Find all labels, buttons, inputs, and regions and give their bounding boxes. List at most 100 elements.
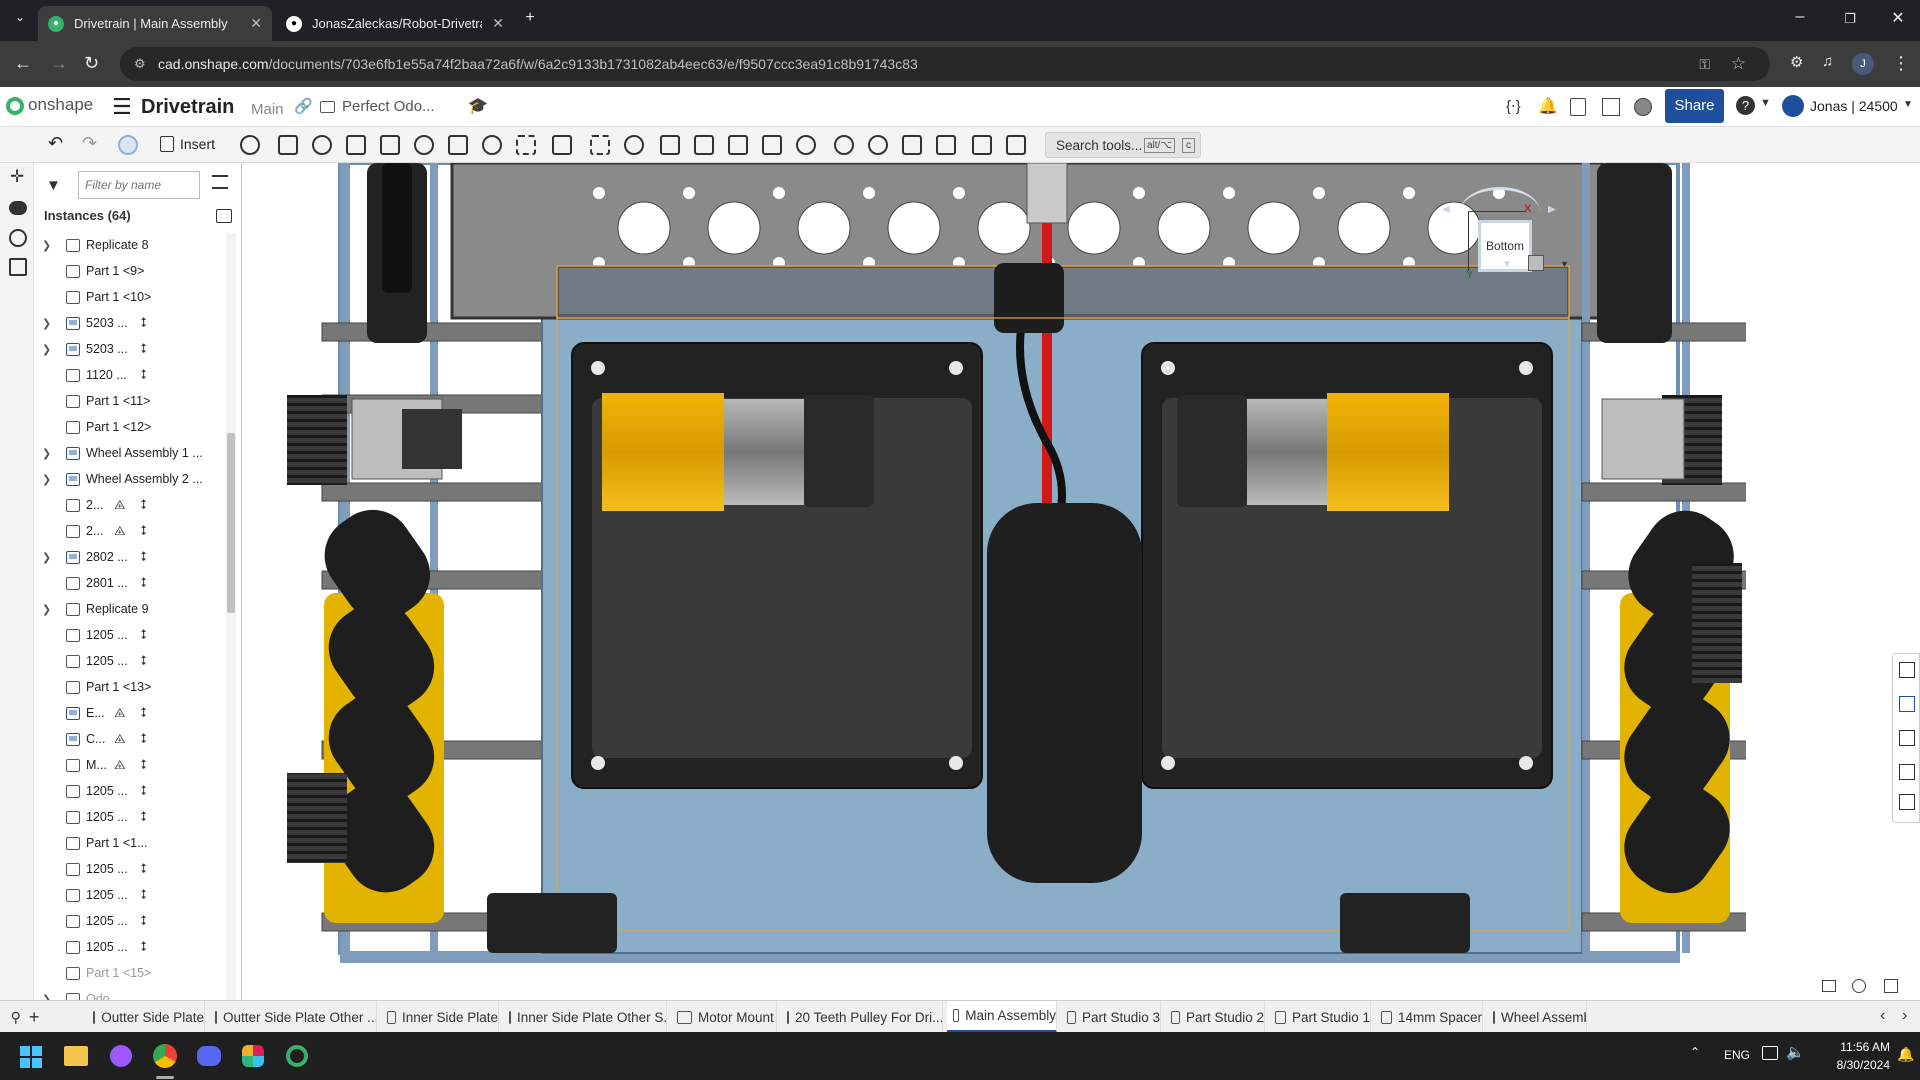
tab-part-studio-1[interactable]: Part Studio 1 xyxy=(1269,1001,1371,1033)
messenger-icon[interactable] xyxy=(110,1045,132,1067)
section-icon[interactable] xyxy=(1852,979,1866,993)
render-mode-icon[interactable] xyxy=(1822,980,1836,992)
instance-row[interactable]: 1205 ... ⭥ xyxy=(34,934,234,960)
instance-row[interactable]: Part 1 <10> xyxy=(34,284,234,310)
expand-chevron-icon[interactable]: ❯ xyxy=(42,551,51,564)
instance-row[interactable]: ❯ Wheel Assembly 2 ... xyxy=(34,466,234,492)
clock-date[interactable]: 8/30/2024 xyxy=(1818,1058,1890,1072)
tab-main-assembly[interactable]: Main Assembly xyxy=(947,1001,1057,1033)
drivetrain-model[interactable] xyxy=(242,163,1920,1008)
view-options-icon[interactable] xyxy=(1528,255,1544,271)
named-views-icon[interactable] xyxy=(1899,764,1915,780)
tab-motor-mount[interactable]: Motor Mount xyxy=(671,1001,777,1033)
instance-row[interactable]: 1205 ... ⭥ xyxy=(34,908,234,934)
browser-menu-icon[interactable]: ⋮ xyxy=(1892,53,1910,74)
tab-part-studio-2[interactable]: Part Studio 2 xyxy=(1165,1001,1265,1033)
user-name[interactable]: Jonas | 24500 xyxy=(1810,98,1898,114)
instance-row[interactable]: Part 1 <1... xyxy=(34,830,234,856)
site-info-icon[interactable]: ⚙ xyxy=(134,47,146,81)
list-options-icon[interactable] xyxy=(212,175,228,189)
filter-icon[interactable]: ▼ xyxy=(46,177,61,194)
branch-label[interactable]: Main xyxy=(251,101,284,118)
url-bar[interactable]: ⚙ cad.onshape.com/documents/703e6fb1e55a… xyxy=(120,47,1770,81)
regenerate-icon[interactable] xyxy=(118,135,138,155)
instance-row[interactable]: 1205 ... ⭥ xyxy=(34,622,234,648)
instance-row[interactable]: 1205 ... ⭥ xyxy=(34,856,234,882)
tab-search-icon[interactable]: ⚲ xyxy=(11,1009,21,1026)
planar-mate-icon[interactable] xyxy=(380,135,400,155)
search-tools-field[interactable]: Search tools... alt/⌥ c xyxy=(1045,132,1201,158)
redo-icon[interactable]: ↷ xyxy=(82,133,97,154)
browser-tab-github[interactable]: ● JonasZaleckas/Robot-Drivetrain ✕ xyxy=(276,6,514,41)
tab-inner-side-plate[interactable]: Inner Side Plate xyxy=(381,1001,499,1033)
tab-wheel-assembl[interactable]: Wheel Assembl xyxy=(1487,1001,1587,1033)
new-folder-icon[interactable] xyxy=(216,209,232,223)
instance-row[interactable]: ❯ Wheel Assembly 1 ... xyxy=(34,440,234,466)
insert-button[interactable]: Insert xyxy=(180,136,215,152)
scrollbar-thumb[interactable] xyxy=(227,433,235,613)
tabs-scroll-left-icon[interactable]: ‹ xyxy=(1880,1007,1885,1025)
document-title[interactable]: Drivetrain xyxy=(141,96,234,119)
instance-row[interactable]: Part 1 <9> xyxy=(34,258,234,284)
filter-input[interactable] xyxy=(78,171,200,199)
learning-center-icon[interactable]: 🎓 xyxy=(468,96,488,116)
rack-pinion-icon[interactable] xyxy=(834,135,854,155)
circular-pattern-icon[interactable] xyxy=(694,135,714,155)
mate-values-icon[interactable] xyxy=(1899,730,1915,746)
restore-icon[interactable]: ❐ xyxy=(1830,11,1870,27)
mate-connector-tool-icon[interactable] xyxy=(590,135,610,155)
bom-icon[interactable] xyxy=(9,258,27,276)
instance-row[interactable]: ❯ 5203 ... ⭥ xyxy=(34,336,234,362)
tray-chevron-icon[interactable]: ⌃ xyxy=(1690,1045,1700,1059)
hamburger-menu-icon[interactable]: ☰ xyxy=(112,94,132,120)
instance-row[interactable]: ❯ Replicate 8 xyxy=(34,232,234,258)
parallel-mate-icon[interactable] xyxy=(516,135,536,155)
view-options-dropdown-icon[interactable]: ▼ xyxy=(1560,259,1569,269)
view-right-arrow[interactable]: ▶ xyxy=(1548,204,1556,215)
tab-part-studio-3[interactable]: Part Studio 3 xyxy=(1061,1001,1161,1033)
linear-pattern-icon[interactable] xyxy=(240,135,260,155)
close-window-icon[interactable]: ✕ xyxy=(1878,8,1918,28)
linear-relation-icon[interactable] xyxy=(902,135,922,155)
instance-list-scrollbar[interactable] xyxy=(226,233,236,1003)
language-indicator[interactable]: ENG xyxy=(1724,1048,1750,1062)
start-icon[interactable] xyxy=(20,1046,42,1068)
clock-time[interactable]: 11:56 AM xyxy=(1818,1040,1890,1054)
network-icon[interactable] xyxy=(1762,1046,1778,1060)
instance-row[interactable]: Part 1 <12> xyxy=(34,414,234,440)
file-explorer-icon[interactable] xyxy=(64,1046,88,1066)
release-icon[interactable] xyxy=(1570,98,1586,116)
globe-icon[interactable] xyxy=(1634,98,1652,116)
instance-row[interactable]: E... ⨹ ⭥ xyxy=(34,700,234,726)
onshape-logo-text[interactable]: onshape xyxy=(28,95,93,115)
configurations-icon[interactable] xyxy=(1899,696,1915,712)
fastened-mate-icon[interactable] xyxy=(278,135,298,155)
expand-chevron-icon[interactable]: ❯ xyxy=(42,473,51,486)
instance-row[interactable]: 1205 ... ⭥ xyxy=(34,778,234,804)
pin-slot-mate-icon[interactable] xyxy=(448,135,468,155)
media-icon[interactable]: ♫ xyxy=(1822,53,1833,70)
volume-icon[interactable]: 🔈 xyxy=(1786,1043,1805,1061)
instance-row[interactable]: C... ⨹ ⭥ xyxy=(34,726,234,752)
minimize-icon[interactable]: – xyxy=(1780,8,1820,26)
explode-view-icon[interactable] xyxy=(762,135,782,155)
profile-avatar[interactable]: J xyxy=(1852,53,1874,75)
instance-row[interactable]: 1205 ... ⭥ xyxy=(34,804,234,830)
comments-icon[interactable] xyxy=(9,201,27,215)
history-icon[interactable] xyxy=(9,229,27,247)
tab-14mm-spacer[interactable]: 14mm Spacer xyxy=(1375,1001,1483,1033)
slack-icon[interactable] xyxy=(242,1045,264,1067)
screw-relation-icon[interactable] xyxy=(868,135,888,155)
tab-outter-side-plate[interactable]: Outter Side Plate xyxy=(87,1001,205,1033)
instance-row[interactable]: ❯ 2802 ... ⭥ xyxy=(34,544,234,570)
add-tab-icon[interactable]: + xyxy=(29,1007,40,1028)
expand-chevron-icon[interactable]: ❯ xyxy=(42,447,51,460)
replicate-icon[interactable] xyxy=(660,135,680,155)
display-states-icon[interactable] xyxy=(1006,135,1026,155)
notification-bell-icon[interactable]: 🔔 xyxy=(1897,1046,1914,1063)
browser-tab-onshape[interactable]: ● Drivetrain | Main Assembly ✕ xyxy=(38,6,272,41)
instance-row[interactable]: ❯ 5203 ... ⭥ xyxy=(34,310,234,336)
group-icon[interactable] xyxy=(624,135,644,155)
close-tab-icon[interactable]: ✕ xyxy=(250,15,262,32)
instance-row[interactable]: 2... ⨹ ⭥ xyxy=(34,518,234,544)
